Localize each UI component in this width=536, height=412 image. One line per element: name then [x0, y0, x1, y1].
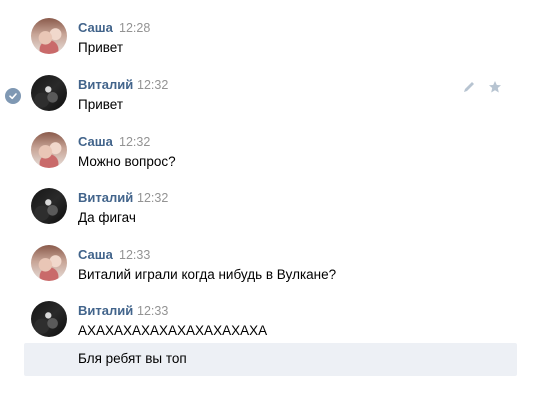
message-text: Виталий играли когда нибудь в Вулкане? [78, 267, 337, 282]
message-time: 12:32 [119, 135, 151, 149]
avatar[interactable] [31, 132, 67, 168]
message-time: 12:28 [119, 21, 151, 35]
message-time: 12:33 [137, 304, 169, 318]
message-continuation[interactable]: Бля ребят вы топ [24, 343, 517, 376]
message-author[interactable]: Виталий [78, 190, 133, 205]
message-text: Да фигач [78, 210, 136, 225]
message-item-selected[interactable]: Виталий 12:32 Привет [0, 75, 536, 131]
message-text: Бля ребят вы топ [78, 351, 187, 366]
avatar[interactable] [31, 18, 67, 54]
message-item[interactable]: Виталий 12:32 Да фигач [0, 188, 536, 244]
message-actions [462, 80, 502, 97]
message-text: АХАХАХАХАХАХАХАХАХАХА [78, 323, 268, 338]
message-time: 12:32 [137, 191, 169, 205]
message-author[interactable]: Саша [78, 20, 113, 35]
pencil-icon[interactable] [462, 80, 476, 97]
message-item[interactable]: Саша 12:32 Можно вопрос? [0, 132, 536, 188]
checkmark-icon[interactable] [5, 88, 21, 104]
avatar[interactable] [31, 245, 67, 281]
avatar[interactable] [31, 301, 67, 337]
message-text: Привет [78, 97, 124, 112]
avatar[interactable] [31, 188, 67, 224]
message-text: Можно вопрос? [78, 154, 176, 169]
message-author[interactable]: Саша [78, 134, 113, 149]
message-item[interactable]: Саша 12:33 Виталий играли когда нибудь в… [0, 245, 536, 301]
star-icon[interactable] [488, 80, 502, 97]
message-time: 12:32 [137, 78, 169, 92]
message-time: 12:33 [119, 248, 151, 262]
message-author[interactable]: Саша [78, 247, 113, 262]
avatar[interactable] [31, 75, 67, 111]
message-author[interactable]: Виталий [78, 77, 133, 92]
message-text: Привет [78, 40, 124, 55]
message-author[interactable]: Виталий [78, 303, 133, 318]
message-item[interactable]: Саша 12:28 Привет [0, 18, 536, 74]
